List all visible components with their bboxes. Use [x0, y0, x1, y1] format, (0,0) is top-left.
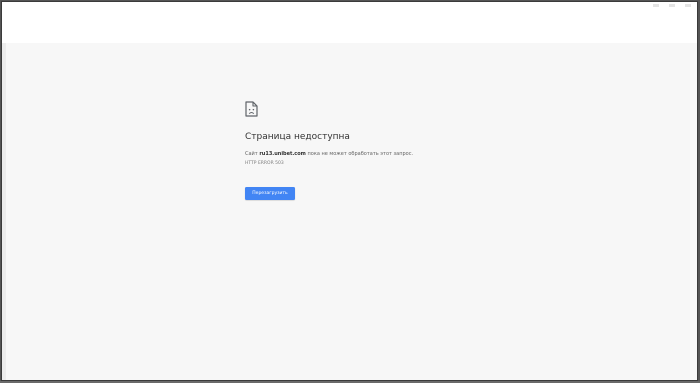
- error-content: Страница недоступна Сайт ru13.unibet.com…: [245, 101, 545, 200]
- sad-document-icon: [245, 101, 258, 117]
- close-icon[interactable]: [685, 4, 691, 7]
- description-prefix: Сайт: [245, 151, 260, 157]
- window-controls: [653, 4, 691, 7]
- left-edge-strip: [2, 43, 6, 380]
- error-title: Страница недоступна: [245, 132, 350, 142]
- site-host: ru13.unibet.com: [259, 151, 306, 157]
- browser-top-bar: [2, 2, 697, 43]
- description-suffix: пока не может обработать этот запрос.: [305, 151, 414, 157]
- minimize-icon[interactable]: [653, 4, 659, 7]
- maximize-icon[interactable]: [669, 4, 675, 7]
- browser-window: Страница недоступна Сайт ru13.unibet.com…: [1, 1, 698, 381]
- error-description: Сайт ru13.unibet.com пока не может обраб…: [245, 151, 545, 158]
- error-code: HTTP ERROR 503: [245, 161, 284, 166]
- reload-button[interactable]: Перезагрузить: [245, 187, 295, 200]
